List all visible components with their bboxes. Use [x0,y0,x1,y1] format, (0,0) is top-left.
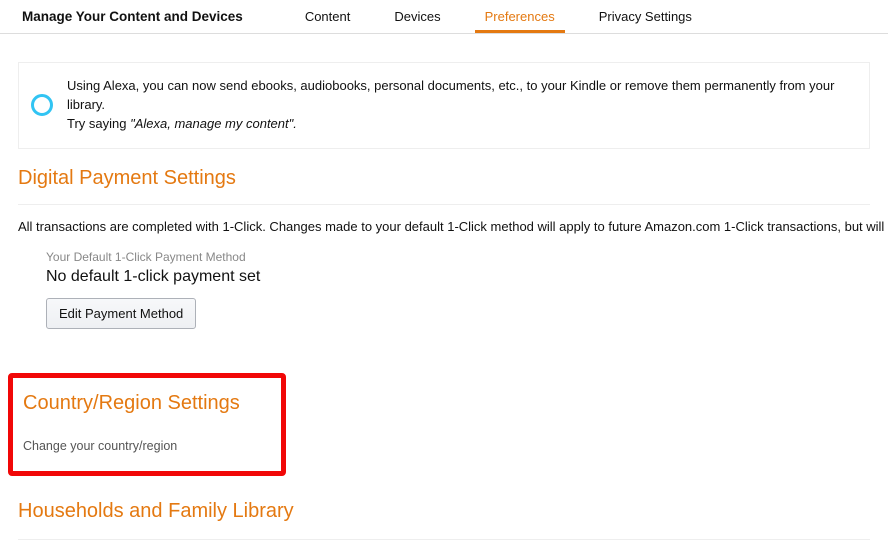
country-region-highlight[interactable]: Country/Region Settings Change your coun… [8,373,286,476]
alexa-line2-prefix: Try saying [67,116,130,131]
divider [18,539,870,540]
top-navigation-bar: Manage Your Content and Devices Content … [0,0,888,34]
tab-content[interactable]: Content [283,1,373,32]
digital-payment-heading: Digital Payment Settings [18,167,870,190]
alexa-ring-icon [31,94,53,116]
digital-payment-section: Digital Payment Settings All transaction… [0,167,888,345]
alexa-line1: Using Alexa, you can now send ebooks, au… [67,78,834,112]
payment-label: Your Default 1-Click Payment Method [46,250,870,264]
alexa-info-banner: Using Alexa, you can now send ebooks, au… [18,62,870,149]
payment-status: No default 1-click payment set [46,268,870,286]
country-region-subtext: Change your country/region [23,439,271,453]
tab-privacy-settings[interactable]: Privacy Settings [577,1,714,32]
alexa-info-text: Using Alexa, you can now send ebooks, au… [67,77,857,134]
divider [18,204,870,205]
tab-preferences[interactable]: Preferences [463,1,577,32]
payment-block: Your Default 1-Click Payment Method No d… [18,250,870,345]
page-title: Manage Your Content and Devices [22,9,243,24]
country-region-heading: Country/Region Settings [23,392,271,415]
digital-payment-description: All transactions are completed with 1-Cl… [18,219,870,234]
alexa-line2-quote: "Alexa, manage my content". [130,116,297,131]
households-heading: Households and Family Library [18,500,870,523]
edit-payment-button[interactable]: Edit Payment Method [46,298,196,329]
tab-devices[interactable]: Devices [372,1,462,32]
nav-tabs: Content Devices Preferences Privacy Sett… [283,1,714,32]
